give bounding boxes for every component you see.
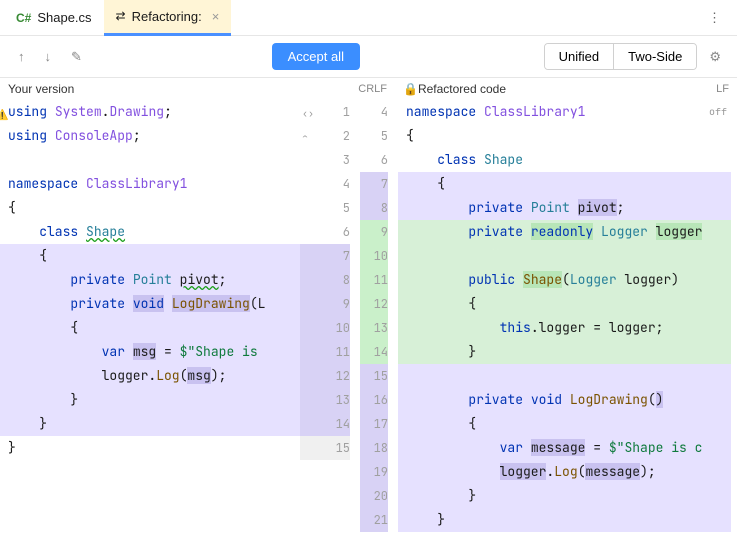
code-line[interactable]: { [0,196,300,220]
code-line[interactable]: } [0,388,300,412]
left-line-ending[interactable]: CRLF [358,83,387,95]
line-number: 7 [300,244,350,268]
line-number: 8 [300,268,350,292]
line-number: 15 [300,436,350,460]
line-number: 8 [360,196,388,220]
code-line[interactable] [398,364,731,388]
view-mode-toggle: Unified Two-Side [544,43,698,70]
two-side-button[interactable]: Two-Side [614,44,696,69]
line-number: 14 [300,412,350,436]
line-number: 13 [360,316,388,340]
line-number: 18 [360,436,388,460]
line-number: 6 [300,220,350,244]
csharp-icon: C# [16,11,31,25]
code-line[interactable]: public Shape(Logger logger) [398,268,731,292]
line-number: 9 [360,220,388,244]
code-line[interactable]: using System.Drawing;⚠️ [0,100,300,124]
pane-headers: Your version CRLF 🔒 Refactored code LF [0,78,737,100]
code-line[interactable]: private void LogDrawing() [398,388,731,412]
line-number: 11 [300,340,350,364]
code-line[interactable] [398,244,731,268]
right-line-ending[interactable]: LF [716,83,729,95]
code-line[interactable]: using ConsoleApp; [0,124,300,148]
line-number: 20 [360,484,388,508]
line-number: 5 [300,196,350,220]
edit-icon[interactable]: ✎ [65,45,88,69]
code-line[interactable]: class Shape [0,220,300,244]
next-diff-icon[interactable]: ↓ [39,45,58,68]
unified-button[interactable]: Unified [545,44,614,69]
tab-file[interactable]: C# Shape.cs [4,0,104,36]
code-line[interactable]: { [398,124,731,148]
line-number: 16 [360,388,388,412]
code-line[interactable]: {≪ [398,172,731,196]
code-line[interactable]: { [0,244,300,268]
line-number: 6 [360,148,388,172]
line-number: 21 [360,508,388,532]
right-code-pane[interactable]: off namespace ClassLibrary1{ class Shape… [398,100,731,532]
line-number: 3 [300,148,350,172]
line-number: 5 [360,124,388,148]
line-number: 10 [300,316,350,340]
tab-file-label: Shape.cs [37,10,91,25]
close-icon[interactable]: × [212,9,220,24]
line-number: 13 [300,388,350,412]
line-number: 12 [300,364,350,388]
code-line[interactable]: private Point pivot; [398,196,731,220]
code-line[interactable]: class Shape [398,148,731,172]
code-line[interactable]: private void LogDrawing(L [0,292,300,316]
line-number: 9 [300,292,350,316]
code-line[interactable]: { [398,292,731,316]
line-number: 15 [360,364,388,388]
code-line[interactable]: { [0,316,300,340]
refactor-icon: ⇄ [116,9,126,23]
left-title: Your version [8,82,74,96]
line-number: 4 [300,172,350,196]
right-title: Refactored code [418,82,506,96]
prev-diff-icon[interactable]: ↑ [12,45,31,68]
line-number: 10 [360,244,388,268]
code-line[interactable]: logger.Log(msg); [0,364,300,388]
code-line[interactable]: private Point pivot; [0,268,300,292]
code-line[interactable]: namespace ClassLibrary1 [398,100,731,124]
code-line[interactable]: namespace ClassLibrary1 [0,172,300,196]
code-line[interactable]: private readonly Logger logger [398,220,731,244]
line-number: 17 [360,412,388,436]
code-line[interactable]: } [398,340,731,364]
toolbar: ↑ ↓ ✎ Accept all Unified Two-Side ⚙ [0,36,737,78]
fold-toggle-icon[interactable]: ‹› [302,102,314,126]
overview-ruler[interactable] [731,100,737,532]
line-number: 7 [360,172,388,196]
code-line[interactable]: logger.Log(message); [398,460,731,484]
line-number: 11 [360,268,388,292]
code-line[interactable]: } [0,412,300,436]
line-number: 19 [360,460,388,484]
code-line[interactable] [0,148,300,172]
tabs-overflow[interactable]: ⋮ [696,10,733,26]
right-gutter: 456789101112131415161718192021 [360,100,398,532]
code-line[interactable]: } [398,508,731,532]
tab-refactor-label: Refactoring: [132,9,202,24]
code-line[interactable]: var message = $"Shape is c [398,436,731,460]
left-header: Your version CRLF [0,78,395,100]
code-line[interactable]: { [398,412,731,436]
tab-refactoring[interactable]: ⇄ Refactoring: × [104,0,232,36]
line-number: 14 [360,340,388,364]
line-number: 12 [360,292,388,316]
right-header: 🔒 Refactored code LF [395,78,737,100]
code-line[interactable]: var msg = $"Shape is [0,340,300,364]
accept-all-button[interactable]: Accept all [272,43,360,70]
fold-up-icon[interactable]: ⌃ [302,126,308,150]
left-code-pane[interactable]: using System.Drawing;⚠️using ConsoleApp;… [0,100,300,532]
gear-icon[interactable]: ⚙ [705,45,725,69]
left-gutter: ‹› ⌃ 123456789101112131415 [300,100,360,532]
line-number: 4 [360,100,388,124]
tab-bar: C# Shape.cs ⇄ Refactoring: × ⋮ [0,0,737,36]
lock-icon: 🔒 [403,82,418,96]
code-line[interactable]: this.logger = logger; [398,316,731,340]
code-line[interactable]: } [0,436,300,460]
code-line[interactable]: } [398,484,731,508]
diff-view: using System.Drawing;⚠️using ConsoleApp;… [0,100,737,532]
